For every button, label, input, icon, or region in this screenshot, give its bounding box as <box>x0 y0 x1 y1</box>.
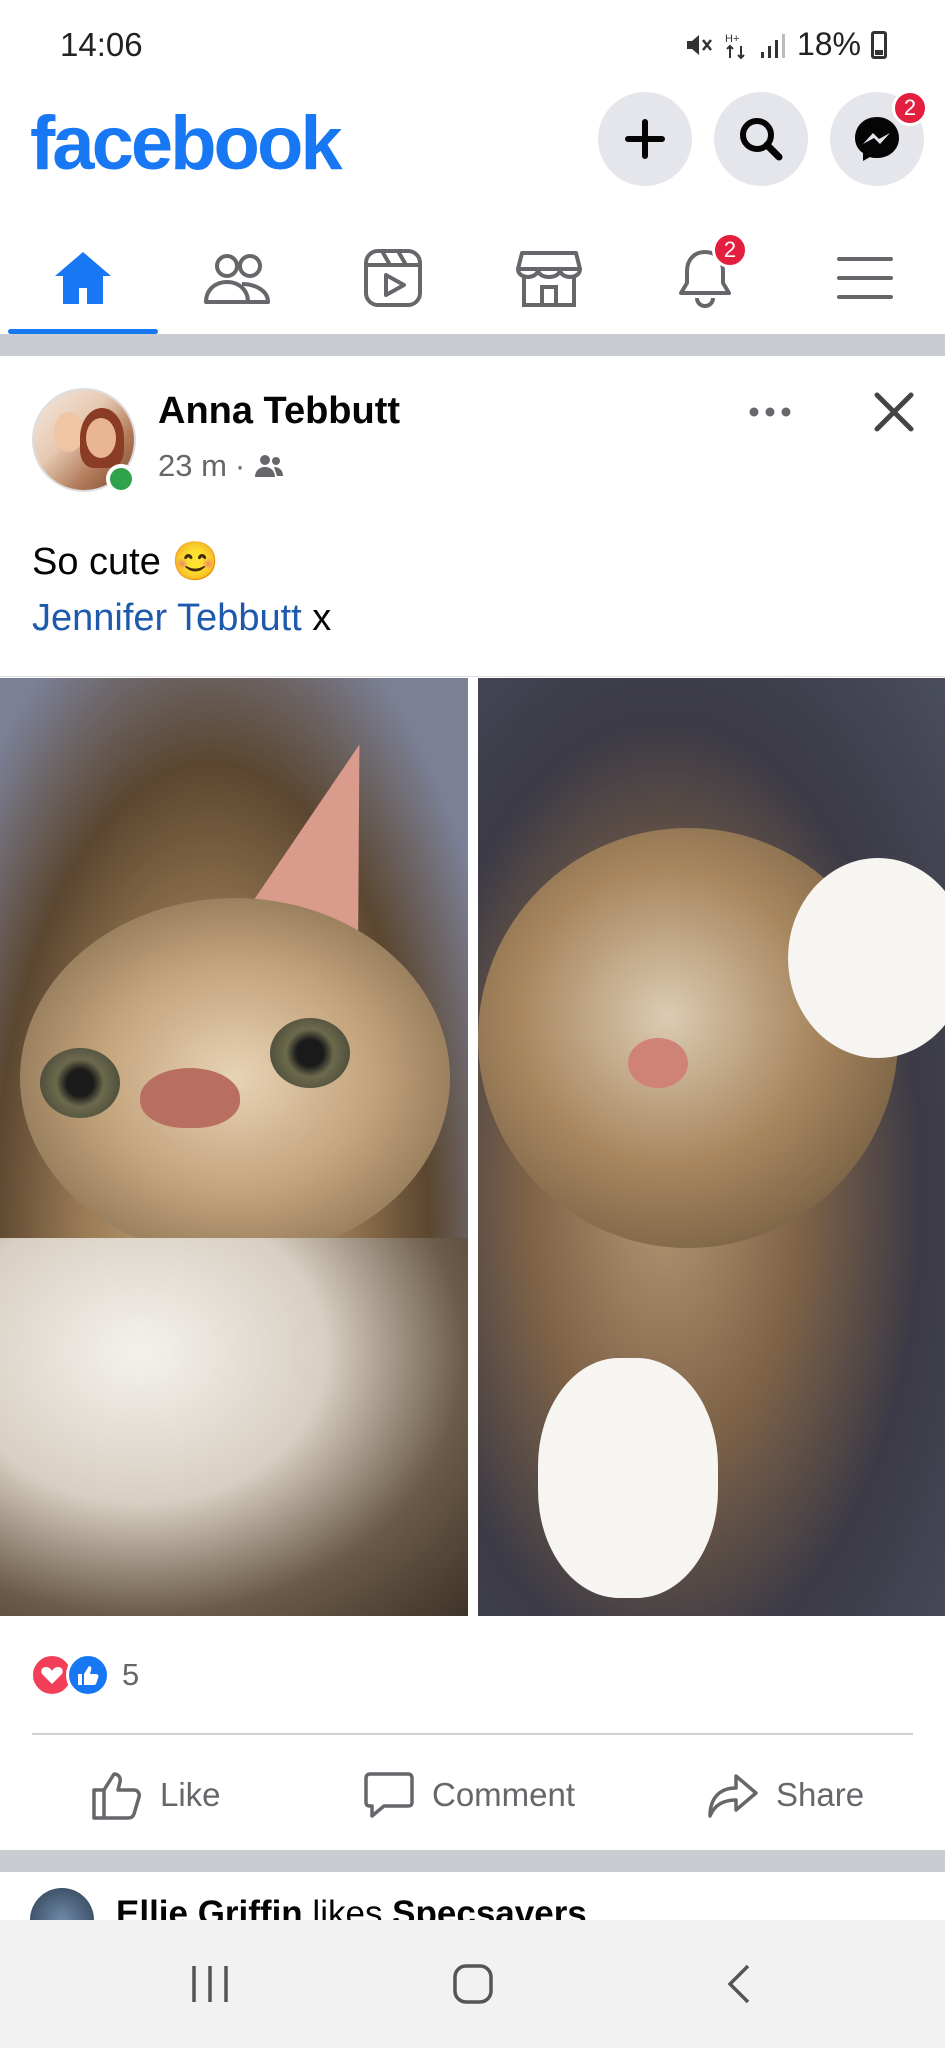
post-text-line: So cute 😊 <box>32 534 331 590</box>
post-caption: So cute <box>32 541 161 583</box>
online-indicator <box>106 464 136 494</box>
comment-button[interactable]: Comment <box>362 1750 575 1840</box>
status-time: 14:06 <box>60 26 143 63</box>
signal-icon <box>760 33 785 58</box>
app-header: facebook 2 <box>0 90 945 222</box>
search-icon <box>740 118 783 161</box>
back-icon <box>727 1964 750 2004</box>
comment-label: Comment <box>432 1776 576 1813</box>
more-icon <box>749 407 791 417</box>
cat-eye <box>40 1048 120 1118</box>
mention-link[interactable]: Jennifer Tebbutt <box>32 597 302 639</box>
feed-separator <box>0 1850 945 1872</box>
comment-icon <box>364 1772 414 1818</box>
avatar-face <box>86 418 116 458</box>
next-post-title: Ellie Griffin likes Specsavers <box>116 1894 587 1920</box>
post-text: So cute 😊 Jennifer Tebbutt x <box>32 534 331 646</box>
search-button[interactable] <box>714 92 808 186</box>
like-label: Like <box>160 1776 221 1813</box>
smile-emoji: 😊 <box>171 541 219 583</box>
post-text-line: Jennifer Tebbutt x <box>32 590 331 646</box>
battery-percent: 18% <box>796 26 861 62</box>
tab-watch[interactable] <box>318 222 468 334</box>
cat-chest <box>0 1238 468 1616</box>
battery-icon <box>871 30 887 59</box>
tab-menu[interactable] <box>790 222 940 334</box>
next-post-object[interactable]: Specsavers <box>392 1894 587 1920</box>
actions-divider <box>32 1733 913 1735</box>
hide-post-button[interactable] <box>866 384 922 440</box>
back-button[interactable] <box>710 1954 770 2014</box>
mute-icon <box>686 34 712 55</box>
watch-icon <box>364 249 422 307</box>
post-photo[interactable] <box>0 678 468 1616</box>
main-tabs: 2 <box>0 222 945 334</box>
friends-icon <box>204 254 270 304</box>
cat-paw <box>538 1358 718 1598</box>
share-icon <box>708 1774 758 1818</box>
data-arrows-icon: H+ <box>725 33 745 59</box>
mention-suffix: x <box>301 597 332 639</box>
home-button[interactable] <box>443 1954 503 2014</box>
avatar[interactable] <box>30 1888 94 1920</box>
close-icon <box>874 392 914 432</box>
like-icon <box>92 1772 141 1820</box>
tab-notifications[interactable]: 2 <box>630 222 780 334</box>
cat-nose <box>628 1038 688 1088</box>
share-label: Share <box>776 1776 865 1813</box>
next-post-verb: likes <box>302 1894 393 1920</box>
home-nav-icon <box>453 1964 493 2004</box>
notifications-badge: 2 <box>712 232 748 268</box>
home-icon <box>55 252 111 304</box>
create-button[interactable] <box>598 92 692 186</box>
menu-icon <box>837 257 893 299</box>
feed-separator <box>0 334 945 356</box>
post-header: Anna Tebbutt 23 m · <box>0 356 945 506</box>
like-reaction-icon <box>66 1653 110 1697</box>
tab-friends[interactable] <box>162 222 312 334</box>
friends-audience-icon <box>255 455 284 477</box>
status-icons: H+ 18% <box>683 26 887 63</box>
share-button[interactable]: Share <box>706 1750 864 1840</box>
messenger-button[interactable]: 2 <box>830 90 928 186</box>
status-bar: 14:06 H+ 18% <box>0 0 945 92</box>
recent-apps-icon <box>192 1966 228 2002</box>
facebook-logo[interactable]: facebook <box>30 100 343 187</box>
post-meta: 23 m · <box>158 448 285 484</box>
cat-nose <box>140 1068 240 1128</box>
post-author[interactable]: Anna Tebbutt <box>158 390 400 433</box>
post-photo[interactable] <box>478 678 945 1616</box>
plus-icon <box>625 119 665 159</box>
post-actions: Like Comment Share <box>0 1750 945 1840</box>
recent-apps-button[interactable] <box>180 1954 240 2014</box>
messenger-badge: 2 <box>892 90 928 126</box>
meta-separator: · <box>234 448 246 483</box>
cat-eye <box>270 1018 350 1088</box>
more-options-button[interactable] <box>740 392 800 432</box>
marketplace-icon <box>516 251 582 307</box>
post-time[interactable]: 23 m <box>158 448 227 484</box>
svg-text:H+: H+ <box>725 33 739 45</box>
next-post-preview[interactable]: Ellie Griffin likes Specsavers <box>0 1872 945 1920</box>
reactions-summary[interactable]: 5 <box>30 1650 139 1700</box>
next-post-actor[interactable]: Ellie Griffin <box>116 1894 303 1920</box>
system-nav-bar <box>0 1920 945 2048</box>
reaction-count: 5 <box>122 1657 140 1692</box>
post-photos <box>0 676 945 1616</box>
tab-marketplace[interactable] <box>474 222 624 334</box>
like-button[interactable]: Like <box>90 1750 221 1840</box>
tab-home[interactable] <box>8 222 158 334</box>
